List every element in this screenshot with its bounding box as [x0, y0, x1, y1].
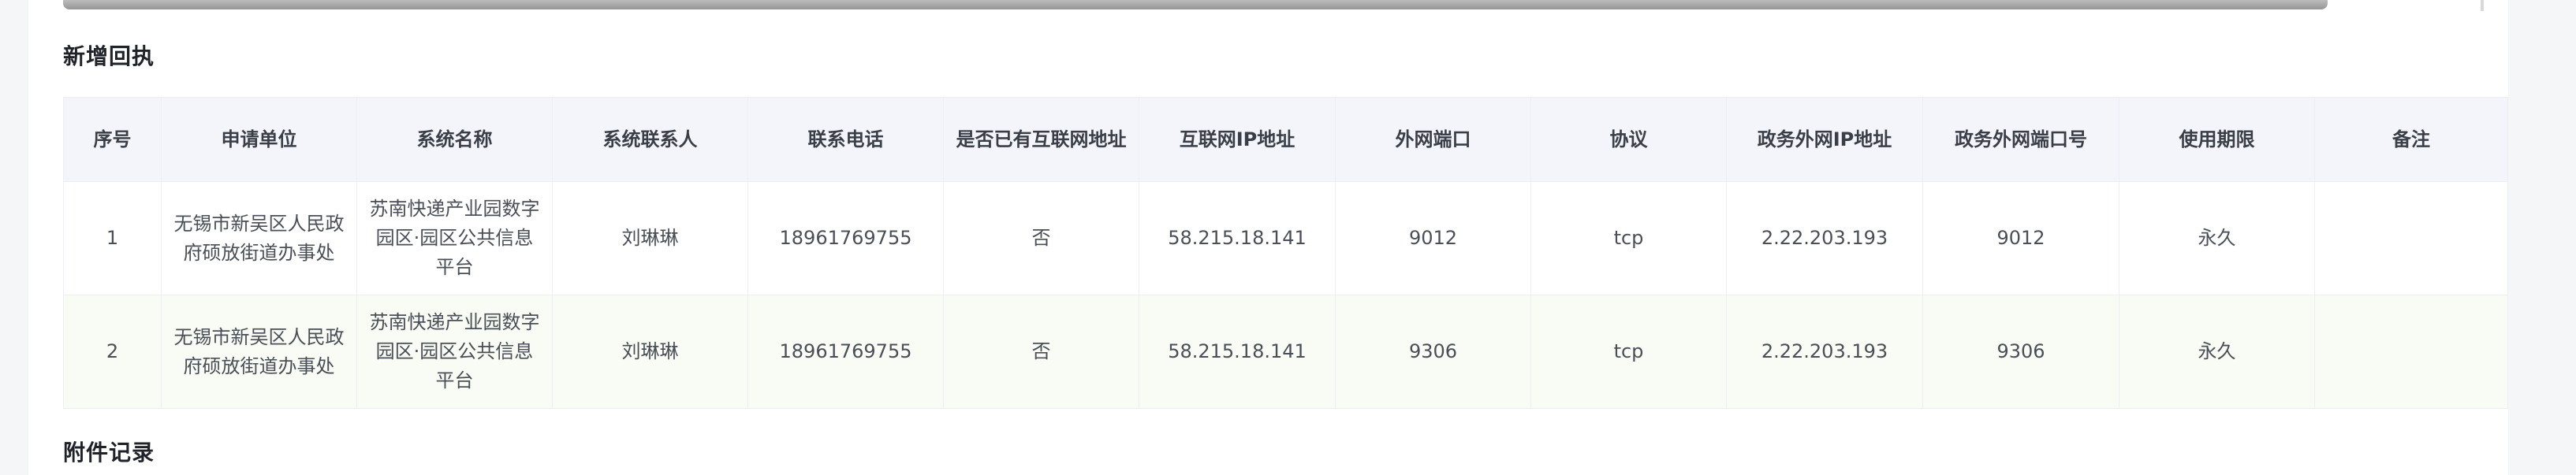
cell-system-contact: 刘琳琳	[552, 181, 748, 295]
cell-applicant-unit: 无锡市新吴区人民政府硕放街道办事处	[161, 295, 357, 409]
cell-index: 2	[63, 295, 162, 409]
cell-internet-ip: 58.215.18.141	[1139, 181, 1336, 295]
cell-external-port: 9306	[1335, 295, 1531, 409]
cell-usage-period: 永久	[2119, 295, 2315, 409]
header-external-port: 外网端口	[1335, 97, 1531, 182]
page: 新增回执 序号 申请单位 系统名称 系统联系人 联系电话 是否已有互联网地址 互…	[0, 0, 2576, 475]
cell-gov-external-port: 9012	[1922, 181, 2119, 295]
cell-internet-ip: 58.215.18.141	[1139, 295, 1336, 409]
table-header-row: 序号 申请单位 系统名称 系统联系人 联系电话 是否已有互联网地址 互联网IP地…	[63, 97, 2508, 182]
header-index: 序号	[63, 97, 162, 182]
cell-protocol: tcp	[1530, 295, 1727, 409]
cell-remarks	[2314, 181, 2508, 295]
cell-has-internet-address: 否	[943, 295, 1139, 409]
cell-usage-period: 永久	[2119, 181, 2315, 295]
cell-applicant-unit: 无锡市新吴区人民政府硕放街道办事处	[161, 181, 357, 295]
section-title-attachments: 附件记录	[63, 440, 155, 466]
scrollbar-end-cap	[2481, 0, 2484, 11]
cell-gov-external-port: 9306	[1922, 295, 2119, 409]
section-title-new-receipt: 新增回执	[63, 43, 155, 69]
table-row: 1 无锡市新吴区人民政府硕放街道办事处 苏南快递产业园数字园区·园区公共信息平台…	[63, 181, 2508, 295]
header-phone: 联系电话	[747, 97, 944, 182]
cell-index: 1	[63, 181, 162, 295]
header-applicant-unit: 申请单位	[161, 97, 357, 182]
header-system-name: 系统名称	[356, 97, 553, 182]
header-gov-external-ip: 政务外网IP地址	[1726, 97, 1923, 182]
cell-remarks	[2314, 295, 2508, 409]
cell-gov-external-ip: 2.22.203.193	[1726, 181, 1923, 295]
header-has-internet-address: 是否已有互联网地址	[943, 97, 1139, 182]
header-protocol: 协议	[1530, 97, 1727, 182]
cell-protocol: tcp	[1530, 181, 1727, 295]
header-usage-period: 使用期限	[2119, 97, 2315, 182]
receipt-table: 序号 申请单位 系统名称 系统联系人 联系电话 是否已有互联网地址 互联网IP地…	[63, 97, 2508, 409]
cell-gov-external-ip: 2.22.203.193	[1726, 295, 1923, 409]
horizontal-scrollbar-thumb[interactable]	[63, 0, 2328, 9]
cell-system-name: 苏南快递产业园数字园区·园区公共信息平台	[356, 181, 553, 295]
header-system-contact: 系统联系人	[552, 97, 748, 182]
cell-system-name: 苏南快递产业园数字园区·园区公共信息平台	[356, 295, 553, 409]
cell-phone: 18961769755	[747, 295, 944, 409]
cell-external-port: 9012	[1335, 181, 1531, 295]
cell-phone: 18961769755	[747, 181, 944, 295]
header-gov-external-port: 政务外网端口号	[1922, 97, 2119, 182]
cell-system-contact: 刘琳琳	[552, 295, 748, 409]
header-internet-ip: 互联网IP地址	[1139, 97, 1336, 182]
table-row: 2 无锡市新吴区人民政府硕放街道办事处 苏南快递产业园数字园区·园区公共信息平台…	[63, 295, 2508, 409]
header-remarks: 备注	[2314, 97, 2508, 182]
cell-has-internet-address: 否	[943, 181, 1139, 295]
